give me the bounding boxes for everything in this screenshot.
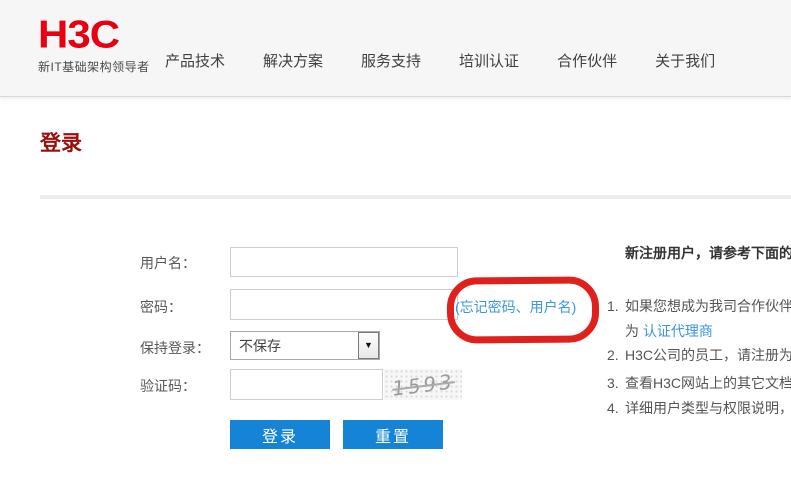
brand-logo[interactable]: H3C 新IT基础架构领导者 [38,16,168,75]
h3c-login-page: H3C 新IT基础架构领导者 产品技术 解决方案 服务支持 培训认证 合作伙伴 … [0,0,791,486]
help-item-3-number: 3. [607,375,625,391]
forgot-password-link[interactable]: (忘记密码、用户名) [455,297,576,317]
captcha-label: 验证码： [140,376,196,396]
keep-login-selected-value: 不保存 [231,336,358,356]
help-item-4: 4.详细用户类型与权限说明，请 [607,398,791,418]
username-input[interactable] [230,247,458,277]
help-heading: 新注册用户，请参考下面的 [625,243,791,263]
nav-item-products[interactable]: 产品技术 [165,50,225,71]
help-item-3: 3.查看H3C网站上的其它文档， [607,373,791,393]
help-item-1-number: 1. [607,298,625,314]
help-item-2-text: H3C公司的员工，请注册为 [625,347,791,363]
username-label: 用户名： [140,253,196,273]
keep-login-label: 保持登录： [140,338,210,358]
captcha-input[interactable] [230,369,383,400]
nav-item-solutions[interactable]: 解决方案 [263,50,323,71]
chevron-down-icon: ▼ [364,341,373,350]
help-item-1-text: 如果您想成为我司合作伙伴， [625,298,791,314]
help-item-1: 1.如果您想成为我司合作伙伴， [607,296,791,316]
captcha-image[interactable]: 1593 [384,369,462,400]
login-button[interactable]: 登录 [230,420,330,449]
reset-button[interactable]: 重置 [343,420,443,449]
password-input[interactable] [230,289,458,320]
help-item-4-number: 4. [607,400,625,416]
help-item-3-text: 查看H3C网站上的其它文档， [625,375,791,391]
help-item-2-number: 2. [607,347,625,363]
certified-agent-link[interactable]: 认证代理商 [643,323,713,339]
help-item-1-line2-prefix: 为 [625,323,643,339]
h3c-logo[interactable]: H3C [38,16,168,53]
help-item-1-line2: 为 认证代理商 [625,321,713,341]
password-label: 密码： [140,297,182,317]
brand-tagline: 新IT基础架构领导者 [38,58,168,75]
dropdown-arrow-button[interactable]: ▼ [358,332,379,359]
nav-item-training[interactable]: 培训认证 [459,50,519,71]
nav-item-support[interactable]: 服务支持 [361,50,421,71]
help-item-4-text: 详细用户类型与权限说明，请 [625,400,791,416]
help-item-2: 2.H3C公司的员工，请注册为 H [607,345,791,365]
page-title: 登录 [40,127,82,157]
captcha-code-text: 1593 [390,369,455,400]
keep-login-select[interactable]: 不保存 ▼ [230,331,380,360]
help-column: 新注册用户，请参考下面的 1.如果您想成为我司合作伙伴， 为 认证代理商 2.H… [607,0,791,486]
